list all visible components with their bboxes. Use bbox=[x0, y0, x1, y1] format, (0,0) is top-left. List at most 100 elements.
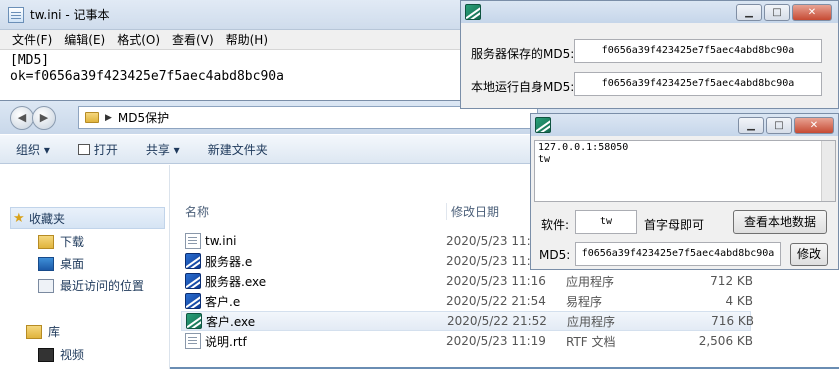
file-date: 2020/5/23 11:19 bbox=[446, 334, 546, 348]
application-icon bbox=[186, 313, 202, 329]
text-line: ok=f0656a39f423425e7f5aec4abd8bc90a bbox=[10, 69, 284, 84]
organize-button[interactable]: 组织 ▾ bbox=[16, 141, 50, 158]
sidebar-label: 最近访问的位置 bbox=[60, 279, 145, 293]
breadcrumb[interactable]: MD5保护 bbox=[118, 109, 169, 126]
md5-input[interactable]: f0656a39f423425e7f5aec4abd8bc90a bbox=[575, 242, 781, 266]
file-row-client-e[interactable]: 客户.e 2020/5/22 21:54 易程序 4 KB bbox=[181, 291, 753, 311]
local-md5-label: 本地运行自身MD5: bbox=[471, 80, 575, 94]
window-title-bar[interactable]: ▁ □ ✕ bbox=[461, 1, 838, 23]
address-box[interactable]: ▶ MD5保护 bbox=[78, 106, 538, 129]
folder-icon bbox=[85, 112, 99, 123]
sidebar-item-desktop[interactable]: 桌面 bbox=[38, 255, 84, 272]
file-size: 712 KB bbox=[710, 274, 753, 288]
video-icon bbox=[38, 347, 54, 362]
text-file-icon bbox=[185, 233, 201, 249]
file-date: 2020/5/23 11:0 bbox=[446, 254, 539, 268]
file-size: 2,506 KB bbox=[698, 334, 753, 348]
local-md5-field[interactable]: f0656a39f423425e7f5aec4abd8bc90a bbox=[574, 72, 822, 96]
new-folder-button[interactable]: 新建文件夹 bbox=[208, 141, 268, 158]
recent-places-icon bbox=[38, 278, 54, 293]
sidebar-label: 视频 bbox=[60, 348, 85, 362]
file-name: 说明.rtf bbox=[205, 334, 247, 349]
server-md5-field[interactable]: f0656a39f423425e7f5aec4abd8bc90a bbox=[574, 39, 822, 63]
view-local-data-button[interactable]: 查看本地数据 bbox=[733, 210, 827, 234]
chevron-right-icon: ▶ bbox=[105, 112, 112, 123]
sidebar-label: 收藏夹 bbox=[29, 211, 66, 226]
log-memo[interactable]: 127.0.0.1:58050 tw bbox=[534, 140, 836, 202]
rtf-document-icon bbox=[185, 333, 201, 349]
notepad-menu-bar: 文件(F) 编辑(E) 格式(O) 查看(V) 帮助(H) bbox=[0, 30, 460, 50]
file-row-server-exe[interactable]: 服务器.exe 2020/5/23 11:16 应用程序 712 KB bbox=[181, 271, 753, 291]
file-name: 客户.exe bbox=[206, 314, 256, 329]
memo-text: 127.0.0.1:58050 tw bbox=[538, 142, 629, 165]
menu-help[interactable]: 帮助(H) bbox=[220, 31, 274, 48]
notepad-window: tw.ini - 记事本 文件(F) 编辑(E) 格式(O) 查看(V) 帮助(… bbox=[0, 0, 460, 100]
file-type: 应用程序 bbox=[567, 314, 616, 329]
downloads-icon bbox=[38, 234, 54, 249]
desktop-icon bbox=[38, 256, 54, 271]
hint-label: 首字母即可 bbox=[644, 218, 705, 232]
file-name: 服务器.exe bbox=[205, 274, 267, 289]
md5-client-window: ▁ □ ✕ 127.0.0.1:58050 tw 软件: tw 首字母即可 查看… bbox=[530, 113, 839, 270]
menu-format[interactable]: 格式(O) bbox=[111, 31, 166, 48]
software-label: 软件: bbox=[541, 218, 570, 232]
forward-button[interactable]: ▶ bbox=[32, 105, 56, 130]
star-icon: ★ bbox=[13, 210, 25, 226]
column-header-name[interactable]: 名称 bbox=[185, 203, 209, 220]
sidebar-item-favorites[interactable]: ★ 收藏夹 bbox=[10, 207, 165, 229]
notepad-text-area[interactable]: [MD5] ok=f0656a39f423425e7f5aec4abd8bc90a bbox=[0, 50, 460, 88]
menu-edit[interactable]: 编辑(E) bbox=[58, 31, 111, 48]
md5-server-window: ▁ □ ✕ 服务器保存的MD5: f0656a39f423425e7f5aec4… bbox=[460, 0, 839, 109]
vertical-scrollbar[interactable] bbox=[821, 141, 835, 201]
library-icon bbox=[26, 324, 42, 339]
sidebar-label: 桌面 bbox=[60, 257, 85, 271]
file-date: 2020/5/22 21:54 bbox=[446, 294, 546, 308]
e-program-icon bbox=[185, 253, 201, 269]
modify-button[interactable]: 修改 bbox=[790, 243, 828, 266]
app-icon bbox=[465, 4, 481, 20]
file-type: 易程序 bbox=[566, 294, 603, 309]
file-type: 应用程序 bbox=[566, 274, 615, 289]
file-name: 客户.e bbox=[205, 294, 241, 309]
window-title-bar[interactable]: ▁ □ ✕ bbox=[531, 114, 838, 136]
minimize-button[interactable]: ▁ bbox=[736, 4, 762, 21]
menu-file[interactable]: 文件(F) bbox=[6, 31, 58, 48]
sidebar-label: 下载 bbox=[60, 235, 85, 249]
e-program-icon bbox=[185, 293, 201, 309]
close-button[interactable]: ✕ bbox=[794, 117, 834, 134]
server-md5-label: 服务器保存的MD5: bbox=[471, 47, 575, 61]
maximize-button[interactable]: □ bbox=[764, 4, 790, 21]
file-date: 2020/5/23 11:1 bbox=[446, 234, 539, 248]
back-button[interactable]: ◀ bbox=[10, 105, 34, 130]
file-date: 2020/5/23 11:16 bbox=[446, 274, 546, 288]
open-button[interactable]: 打开 bbox=[77, 141, 118, 158]
open-icon bbox=[77, 143, 90, 155]
file-row-readme-rtf[interactable]: 说明.rtf 2020/5/23 11:19 RTF 文档 2,506 KB bbox=[181, 331, 753, 351]
file-name: 服务器.e bbox=[205, 254, 253, 269]
application-icon bbox=[185, 273, 201, 289]
file-size: 4 KB bbox=[725, 294, 753, 308]
share-button[interactable]: 共享 ▾ bbox=[146, 141, 180, 158]
maximize-button[interactable]: □ bbox=[766, 117, 792, 134]
notepad-icon bbox=[8, 6, 24, 23]
sidebar-item-recent[interactable]: 最近访问的位置 bbox=[38, 277, 144, 294]
app-icon bbox=[535, 117, 551, 133]
file-name: tw.ini bbox=[205, 234, 237, 248]
sidebar-item-downloads[interactable]: 下载 bbox=[38, 233, 84, 250]
sidebar-label: 库 bbox=[48, 325, 61, 339]
file-size: 716 KB bbox=[711, 314, 754, 328]
software-input[interactable]: tw bbox=[575, 210, 637, 234]
sidebar-item-libraries[interactable]: 库 bbox=[26, 323, 60, 340]
navigation-pane: ★ 收藏夹 下载 桌面 最近访问的位置 库 视频 bbox=[0, 165, 170, 369]
sidebar-item-videos[interactable]: 视频 bbox=[38, 346, 84, 363]
file-date: 2020/5/22 21:52 bbox=[447, 314, 547, 328]
text-line: [MD5] bbox=[10, 53, 50, 68]
menu-view[interactable]: 查看(V) bbox=[166, 31, 220, 48]
close-button[interactable]: ✕ bbox=[792, 4, 832, 21]
open-label: 打开 bbox=[93, 142, 118, 157]
notepad-title-bar[interactable]: tw.ini - 记事本 bbox=[0, 0, 460, 30]
column-header-date[interactable]: 修改日期 bbox=[446, 203, 499, 220]
file-row-client-exe[interactable]: 客户.exe 2020/5/22 21:52 应用程序 716 KB bbox=[181, 311, 754, 331]
minimize-button[interactable]: ▁ bbox=[738, 117, 764, 134]
file-type: RTF 文档 bbox=[566, 334, 616, 349]
